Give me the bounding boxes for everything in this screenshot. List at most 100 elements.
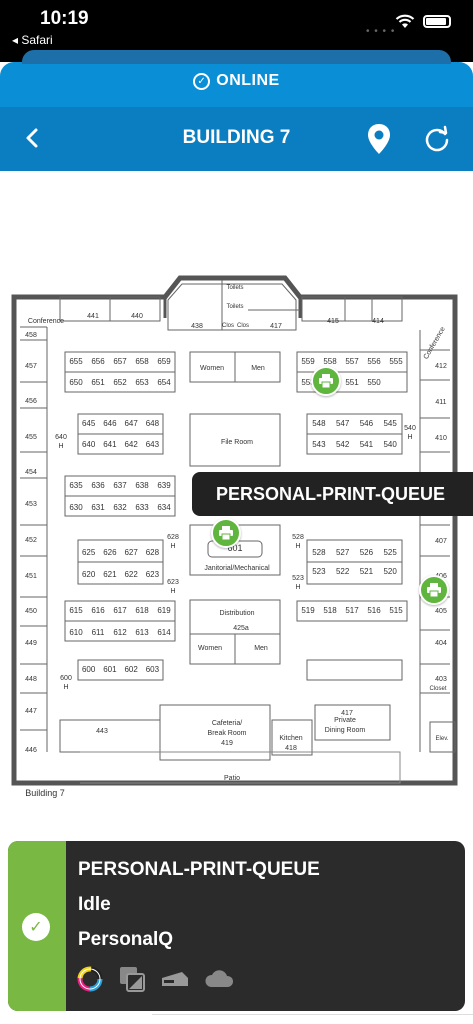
cube-number: 631	[91, 503, 105, 512]
printer-icon	[219, 526, 233, 540]
cube-number: 657	[113, 357, 127, 366]
cube-number: 613	[135, 628, 149, 637]
room-number: 623	[167, 579, 179, 586]
cube-number: 543	[312, 440, 326, 449]
cube-number: 628	[146, 548, 160, 557]
refresh-icon[interactable]	[423, 125, 451, 153]
room-number: 446	[25, 747, 37, 754]
room-label: Janitorial/Mechanical	[204, 565, 270, 572]
room-number: 523	[292, 575, 304, 582]
room-number: 412	[435, 363, 447, 370]
cube-number: 643	[146, 440, 160, 449]
room-number: 540	[404, 425, 416, 432]
check-circle-icon: ✓	[193, 72, 211, 90]
cube-number: 633	[135, 503, 149, 512]
cube-number: 558	[323, 357, 337, 366]
clock: 10:19	[40, 8, 89, 29]
room-label: 425a	[233, 625, 249, 632]
printer-pin[interactable]	[311, 366, 341, 396]
cube-number: 645	[82, 419, 96, 428]
cube-number: 523	[312, 567, 326, 576]
back-to-safari-link[interactable]: ◂ Safari	[12, 33, 53, 47]
cube-number: 542	[336, 440, 350, 449]
cube-number: 541	[360, 440, 374, 449]
printer-icon	[319, 374, 333, 388]
room-label: Women	[198, 645, 222, 652]
room-number: 449	[25, 640, 37, 647]
cube-number: 611	[92, 628, 105, 637]
room-label: Toilets	[226, 304, 243, 310]
cube-number: 638	[135, 481, 149, 490]
cube-number: 546	[360, 419, 374, 428]
printer-card[interactable]: ✓ PERSONAL-PRINT-QUEUE Idle PersonalQ	[8, 841, 465, 1011]
cube-number: 520	[383, 567, 397, 576]
room-label: 417	[341, 710, 353, 717]
printer-name: PERSONAL-PRINT-QUEUE	[78, 859, 320, 880]
cube-number: 548	[312, 419, 326, 428]
cube-number: 625	[82, 548, 96, 557]
room-label: Toilets	[226, 285, 243, 291]
room-number: 453	[25, 501, 37, 508]
cube-number: 639	[157, 481, 171, 490]
cube-number: 619	[157, 606, 171, 615]
duplex-icon	[120, 967, 145, 992]
cube-number: 622	[124, 570, 138, 579]
cube-number: 616	[91, 606, 105, 615]
room-number: H	[58, 443, 63, 450]
cube-number: 627	[124, 548, 138, 557]
printer-pin[interactable]	[419, 575, 449, 605]
cube-number: 515	[389, 606, 403, 615]
cube-number: 547	[336, 419, 350, 428]
room-label: Dining Room	[325, 727, 366, 734]
room-number: 438	[191, 323, 203, 330]
room-label: Men	[254, 645, 268, 652]
cube-number: 522	[336, 567, 350, 576]
cube-number: 527	[336, 548, 350, 557]
room-label: Conference	[423, 326, 447, 361]
color-icon	[77, 966, 103, 992]
check-icon: ✓	[22, 913, 50, 941]
cube-number: 540	[383, 440, 397, 449]
room-number: H	[63, 684, 68, 691]
cube-number: 603	[146, 665, 160, 674]
room-number: 440	[131, 313, 143, 320]
back-app-label: Safari	[21, 33, 53, 47]
battery-icon	[423, 15, 451, 28]
room-label: 419	[221, 740, 233, 747]
connection-label: ONLINE	[216, 72, 280, 89]
cube-number: 618	[135, 606, 149, 615]
cube-number: 525	[383, 548, 397, 557]
multitask-dots: • • • •	[366, 26, 396, 37]
printer-tooltip[interactable]: PERSONAL-PRINT-QUEUE	[192, 472, 473, 516]
cube-number: 637	[113, 481, 127, 490]
cube-number: 620	[82, 570, 96, 579]
room-label: Clos	[237, 323, 249, 329]
room-number: 410	[435, 435, 447, 442]
room-number: 417	[270, 323, 282, 330]
room-number: 452	[25, 537, 37, 544]
room-number: H	[170, 588, 175, 595]
cube-number: 555	[389, 357, 403, 366]
cube-number: 636	[91, 481, 105, 490]
wifi-icon	[395, 14, 415, 28]
room-label: 443	[96, 728, 108, 735]
room-number: 441	[87, 313, 99, 320]
cube-number: 658	[135, 357, 149, 366]
cube-number: 519	[301, 606, 315, 615]
room-number: 448	[25, 676, 37, 683]
room-number: 628	[167, 534, 179, 541]
connection-banner: ✓ ONLINE	[0, 50, 473, 107]
printer-queue: PersonalQ	[78, 929, 174, 950]
room-number: 600	[60, 675, 72, 682]
room-number: 403	[435, 676, 447, 683]
cube-number: 648	[146, 419, 160, 428]
cube-number: 654	[157, 378, 171, 387]
printer-pin-selected[interactable]	[211, 518, 241, 548]
cube-number: 559	[301, 357, 315, 366]
cube-number: 614	[157, 628, 171, 637]
location-pin-icon[interactable]	[366, 123, 392, 155]
building-label: Building 7	[25, 788, 65, 798]
cube-number: 655	[69, 357, 83, 366]
cube-number: 600	[82, 665, 96, 674]
cube-number: 653	[135, 378, 149, 387]
